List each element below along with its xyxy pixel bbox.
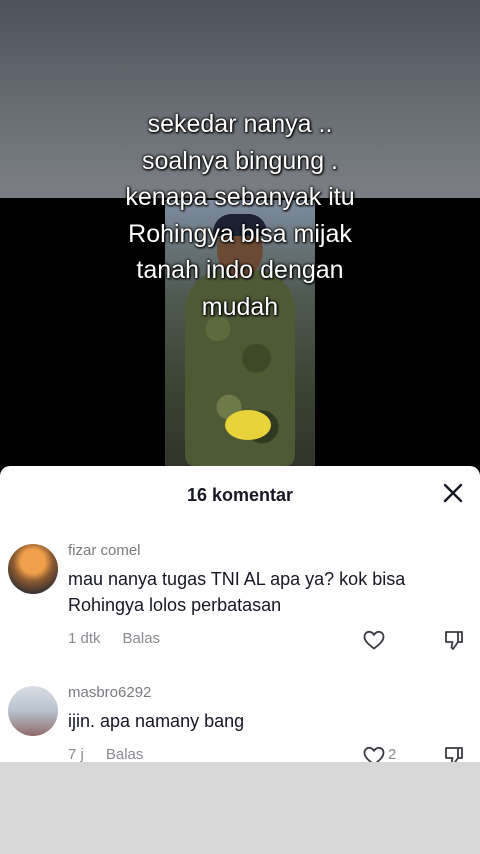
caption-line: soalnya bingung . (142, 146, 338, 175)
comment-meta: 1 dtk Balas (68, 630, 160, 647)
reply-button[interactable]: Balas (106, 746, 144, 762)
comment-text-line: Rohingya lolos perbatasan (68, 595, 282, 615)
video-caption: sekedar nanya .. soalnya bingung . kenap… (0, 106, 480, 325)
comment-time: 7 j (68, 746, 84, 762)
comments-title: 16 komentar (186, 485, 294, 505)
caption-line: Rohingya bisa mijak (128, 219, 352, 248)
caption-line: sekedar nanya .. (147, 110, 333, 138)
caption-line: kenapa sebanyak itu (125, 183, 355, 211)
avatar[interactable] (8, 544, 58, 594)
avatar[interactable] (8, 686, 58, 736)
comment-text-line: ijin. apa namany bang (68, 711, 245, 731)
dislike-icon[interactable] (442, 628, 466, 652)
comments-sheet: 16 komentar fizar comel mau nanya tugas … (0, 466, 480, 762)
video-player[interactable]: sekedar nanya .. soalnya bingung . kenap… (0, 0, 480, 466)
caption-line: mudah (201, 292, 279, 321)
caption-line: tanah indo dengan (136, 256, 344, 284)
heart-icon[interactable] (362, 744, 386, 762)
comment-username[interactable]: masbro6292 (68, 684, 151, 701)
comment-text-line: mau nanya tugas TNI AL apa ya? kok bisa (68, 569, 406, 589)
comment-meta: 7 j Balas (68, 746, 143, 762)
comment-username[interactable]: fizar comel (68, 542, 141, 559)
close-icon[interactable] (442, 482, 464, 504)
fish-object (225, 410, 271, 440)
comment-time: 1 dtk (68, 630, 101, 647)
heart-icon[interactable] (362, 628, 386, 652)
dislike-icon[interactable] (442, 744, 466, 762)
comment-text: ijin. apa namany bang (68, 708, 468, 734)
bottom-area (0, 762, 480, 854)
like-count: 2 (388, 746, 397, 762)
reply-button[interactable]: Balas (123, 630, 161, 647)
comment-text: mau nanya tugas TNI AL apa ya? kok bisa … (68, 566, 468, 618)
